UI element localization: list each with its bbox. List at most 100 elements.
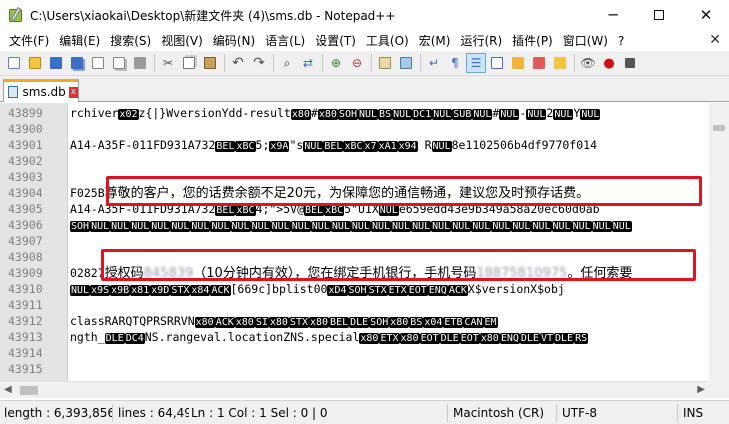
print-icon[interactable]: [130, 53, 150, 73]
user-lang-icon[interactable]: [487, 53, 507, 73]
scroll-right-icon[interactable]: ▶: [697, 384, 705, 395]
control-char-token: xBC: [235, 141, 256, 152]
control-char-token: CAN: [463, 317, 484, 328]
code-text: "s: [289, 138, 304, 152]
cut-icon[interactable]: ✂: [158, 53, 178, 73]
menu-item-9[interactable]: 运行(R): [455, 32, 507, 49]
toolbar-separator: [574, 54, 575, 72]
scroll-left-icon[interactable]: ◀: [4, 384, 12, 395]
close-document-icon[interactable]: ✕: [709, 30, 721, 51]
menu-item-1[interactable]: 编辑(E): [54, 32, 105, 49]
line-number: 43906: [8, 218, 43, 232]
doc-map-icon[interactable]: [508, 53, 528, 73]
control-char-token: x80: [234, 317, 255, 328]
scroll-thumb[interactable]: [20, 386, 38, 395]
menu-item-6[interactable]: 设置(T): [310, 32, 361, 49]
control-char-token: NUL: [431, 221, 452, 232]
status-lines: lines : 64,49: [118, 406, 189, 420]
control-char-token: ACK: [447, 285, 468, 296]
undo-icon[interactable]: ↶: [228, 53, 248, 73]
indent-guide-icon[interactable]: ☰: [466, 53, 486, 73]
line-number: 43914: [8, 346, 43, 360]
stop-record-icon[interactable]: [620, 53, 640, 73]
notepad-plus-plus-icon: [8, 6, 24, 23]
maximize-button[interactable]: [636, 0, 682, 30]
control-char-token: x04: [423, 317, 444, 328]
line-number: 43911: [8, 298, 43, 312]
open-file-icon[interactable]: [25, 53, 45, 73]
control-char-token: SOH: [347, 285, 368, 296]
toolbar-separator: [420, 54, 421, 72]
menu-item-4[interactable]: 编码(N): [208, 32, 260, 49]
tab-close-icon[interactable]: x: [68, 86, 78, 98]
line-number: 43908: [8, 250, 43, 264]
control-char-token: NUL: [250, 221, 271, 232]
control-char-token: ENQ: [427, 285, 448, 296]
code-text: rchiver: [70, 106, 119, 120]
function-list-icon[interactable]: [529, 53, 549, 73]
menu-item-12[interactable]: ?: [613, 34, 629, 48]
control-char-token: x80: [317, 109, 338, 120]
close-all-icon[interactable]: [109, 53, 129, 73]
control-char-token: SOH: [369, 317, 390, 328]
control-char-token: SOH: [70, 221, 91, 232]
scroll-thumb[interactable]: [713, 125, 725, 131]
save-icon[interactable]: [46, 53, 66, 73]
redo-icon[interactable]: ↷: [249, 53, 269, 73]
control-char-token: ENQ: [499, 333, 520, 344]
control-char-token: x9S: [90, 285, 111, 296]
replace-icon[interactable]: ⇄: [298, 53, 318, 73]
line-number: 43913: [8, 330, 43, 344]
vertical-scrollbar[interactable]: [709, 103, 729, 381]
menu-item-2[interactable]: 搜索(S): [105, 32, 156, 49]
menu-item-0[interactable]: 文件(F): [4, 32, 54, 49]
find-icon[interactable]: ⌕: [277, 53, 297, 73]
menu-bar: 文件(F) 编辑(E) 搜索(S) 视图(V) 编码(N) 语言(L) 设置(T) 工具(O)…: [0, 30, 729, 51]
control-char-token: NUL: [310, 221, 331, 232]
editor-area[interactable]: 43899 43900 43901 43902 43903 43904 43905 43906…: [0, 103, 729, 381]
zoom-out-icon[interactable]: ⊖: [347, 53, 367, 73]
control-char-token: NUL: [230, 221, 251, 232]
code-view[interactable]: rchiverx02z{|}WversionYdd-resultx80#x80 S…: [70, 103, 708, 381]
menu-item-5[interactable]: 语言(L): [260, 32, 310, 49]
menu-item-11[interactable]: 窗口(W): [558, 32, 613, 49]
control-char-token: xBC: [324, 205, 345, 216]
copy-icon[interactable]: [179, 53, 199, 73]
record-macro-icon[interactable]: ●: [599, 53, 619, 73]
control-char-token: NUL: [190, 221, 211, 232]
toolbar-separator: [154, 54, 155, 72]
menu-item-3[interactable]: 视图(V): [156, 32, 208, 49]
menu-item-10[interactable]: 插件(P): [507, 32, 558, 49]
show-all-chars-icon[interactable]: ¶: [445, 53, 465, 73]
control-char-token: ACK: [214, 317, 235, 328]
word-wrap-icon[interactable]: ↵: [424, 53, 444, 73]
line-number: 43903: [8, 170, 43, 184]
new-file-icon[interactable]: [4, 53, 24, 73]
code-line: NUL x9S x9B x81 x9D STX x84 ACK[669c]bplist00xD…: [70, 281, 565, 297]
minimize-button[interactable]: ─: [590, 0, 636, 30]
menu-item-7[interactable]: 工具(O): [361, 32, 414, 49]
code-line: ngth_DLE DC4NS.rangeval.locationZNS.speci…: [70, 329, 589, 345]
control-char-token: x81: [130, 285, 151, 296]
status-position: Ln : 1 Col : 1 Sel : 0 | 0: [191, 406, 328, 420]
folder-workspace-icon[interactable]: [550, 53, 570, 73]
toolbar-separator: [371, 54, 372, 72]
paste-icon[interactable]: [200, 53, 220, 73]
highlight-box-balance-sms: [106, 176, 702, 206]
sync-vertical-icon[interactable]: [375, 53, 395, 73]
control-char-token: STX: [170, 285, 191, 296]
scroll-corner: [709, 381, 729, 398]
close-icon[interactable]: [88, 53, 108, 73]
control-char-token: DLE: [439, 333, 460, 344]
control-char-token: NUL: [611, 221, 632, 232]
tab-sms-db[interactable]: sms.db x: [3, 79, 79, 102]
menu-item-8[interactable]: 宏(M): [414, 32, 456, 49]
control-char-token: NUL: [270, 221, 291, 232]
monitor-icon[interactable]: 👁: [578, 53, 598, 73]
close-window-button[interactable]: ✕: [683, 0, 729, 30]
control-char-token: NUL: [580, 109, 601, 120]
save-all-icon[interactable]: [67, 53, 87, 73]
zoom-in-icon[interactable]: ⊕: [326, 53, 346, 73]
sync-horizontal-icon[interactable]: [396, 53, 416, 73]
horizontal-scrollbar[interactable]: ◀ ▶: [0, 381, 709, 398]
